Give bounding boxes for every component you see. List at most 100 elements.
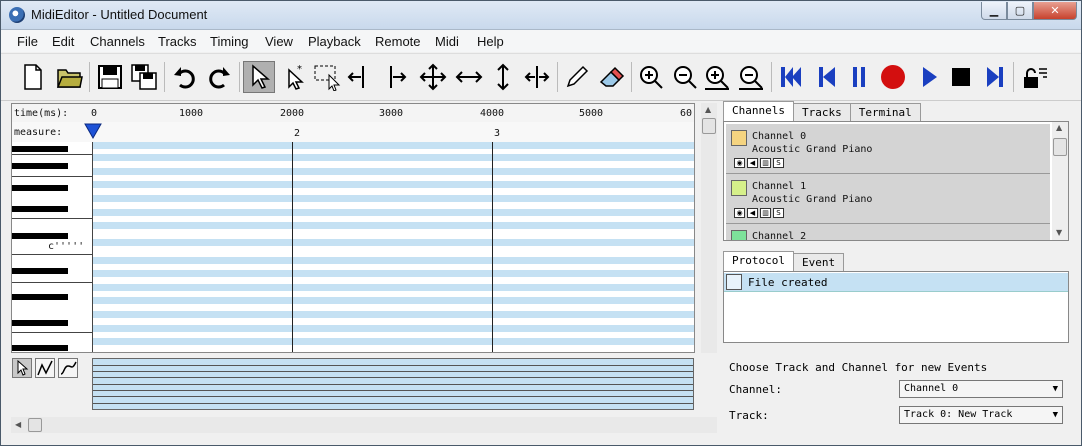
play-icon[interactable] [913,61,945,93]
menu-view[interactable]: View [265,34,293,49]
menu-file[interactable]: File [17,34,38,49]
scroll-thumb[interactable] [702,118,716,134]
zoom-out-vertical-icon[interactable] [735,61,767,93]
scroll-down-icon[interactable]: ▼ [1056,228,1062,237]
eraser-icon[interactable] [595,61,627,93]
scroll-thumb[interactable] [28,418,42,432]
channel-item[interactable]: Channel 1 Acoustic Grand Piano ◉ ◀ ▥ S [726,174,1050,224]
tab-terminal[interactable]: Terminal [849,103,921,121]
record-icon[interactable] [877,61,909,93]
scroll-up-icon[interactable]: ▲ [1056,123,1062,132]
channel-color-swatch [731,230,747,240]
svg-text:*: * [297,64,302,75]
measure-line [492,142,493,352]
scroll-up-icon[interactable]: ▲ [705,105,711,114]
title-bar[interactable]: MidiEditor - Untitled Document ▁ ▢ ✕ [1,1,1081,30]
protocol-item[interactable]: File created [724,273,1068,292]
pencil-icon[interactable] [561,61,593,93]
right-panel: Channels Tracks Terminal Channel 0 Acous… [721,101,1073,441]
mute-icon[interactable]: ◀ [747,158,758,168]
channel-list[interactable]: Channel 0 Acoustic Grand Piano ◉ ◀ ▥ S C… [723,121,1069,241]
matrix-vertical-scrollbar[interactable]: ▲ [701,103,717,353]
select-right-icon[interactable] [381,61,413,93]
menu-timing[interactable]: Timing [210,34,249,49]
matrix-editor[interactable]: time(ms): 0 1000 2000 3000 4000 5000 60 … [11,103,695,353]
resize-icon[interactable] [521,61,553,93]
channel-color-swatch [731,130,747,146]
menu-playback[interactable]: Playback [308,34,361,49]
channel-item[interactable]: Channel 2 [726,224,1050,241]
undo-icon[interactable] [169,61,201,93]
channel-list-scrollbar[interactable]: ▲ ▼ [1052,122,1068,240]
note-label: c''''' [48,241,85,252]
open-folder-icon[interactable] [53,61,85,93]
zoom-out-horizontal-icon[interactable] [669,61,701,93]
menu-help[interactable]: Help [477,34,504,49]
select-new-icon[interactable]: * [279,61,311,93]
tick-label: 3000 [379,108,404,119]
misc-freehand-tool[interactable] [35,358,55,378]
redo-icon[interactable] [203,61,235,93]
menu-tracks[interactable]: Tracks [158,34,197,49]
matrix-horizontal-scrollbar[interactable]: ◀ [11,417,717,433]
save-icon[interactable] [94,61,126,93]
channel-instrument: Acoustic Grand Piano [752,144,873,155]
instrument-icon[interactable]: ▥ [760,208,771,218]
select-left-icon[interactable] [341,61,373,93]
tab-tracks[interactable]: Tracks [792,103,851,121]
menu-channels[interactable]: Channels [90,34,145,49]
tab-protocol[interactable]: Protocol [723,251,794,271]
pause-icon[interactable] [843,61,875,93]
visibility-icon[interactable]: ◉ [734,208,745,218]
solo-icon[interactable]: S [773,158,784,168]
note-grid[interactable] [93,142,694,352]
channel-color-swatch [731,180,747,196]
zoom-in-vertical-icon[interactable] [701,61,733,93]
tab-event[interactable]: Event [792,253,845,271]
measure-number: 2 [294,128,301,139]
channel-name: Channel 2 [752,231,807,241]
move-all-icon[interactable] [417,61,449,93]
time-label: time(ms): [14,108,69,119]
lock-icon[interactable] [1019,61,1051,93]
save-as-icon[interactable] [128,61,160,93]
scroll-left-icon[interactable]: ◀ [15,420,21,429]
channel-item[interactable]: Channel 0 Acoustic Grand Piano ◉ ◀ ▥ S [726,124,1050,174]
protocol-list[interactable]: File created [723,271,1069,343]
playhead-marker[interactable] [84,123,102,139]
minimize-button[interactable]: ▁ [981,2,1007,20]
instrument-icon[interactable]: ▥ [760,158,771,168]
maximize-button[interactable]: ▢ [1007,2,1033,20]
misc-line-tool[interactable] [58,358,78,378]
visibility-icon[interactable]: ◉ [734,158,745,168]
select-box-icon[interactable] [311,61,343,93]
mute-icon[interactable]: ◀ [747,208,758,218]
zoom-in-horizontal-icon[interactable] [635,61,667,93]
measure-bar[interactable]: measure: 2 3 [12,122,694,143]
back-icon[interactable] [811,61,843,93]
move-vertical-icon[interactable] [487,61,519,93]
misc-select-tool[interactable] [12,358,32,378]
piano-keyboard[interactable]: c''''' [12,142,93,352]
select-single-icon[interactable] [243,61,275,93]
toolbar: * [1,53,1081,101]
channel-select[interactable]: Channel 0 ▼ [899,380,1063,398]
menu-midi[interactable]: Midi [435,34,459,49]
solo-icon[interactable]: S [773,208,784,218]
menu-edit[interactable]: Edit [52,34,74,49]
new-document-icon[interactable] [17,61,49,93]
tab-channels[interactable]: Channels [723,101,794,121]
close-button[interactable]: ✕ [1033,2,1077,20]
move-horizontal-icon[interactable] [453,61,485,93]
back-to-begin-icon[interactable] [775,61,807,93]
time-ruler[interactable]: time(ms): 0 1000 2000 3000 4000 5000 60 [12,104,694,123]
menu-remote[interactable]: Remote [375,34,421,49]
track-select[interactable]: Track 0: New Track ▼ [899,406,1063,424]
scroll-thumb[interactable] [1053,138,1067,156]
misc-editor[interactable] [92,358,694,410]
track-label: Track: [729,409,769,422]
stop-icon[interactable] [945,61,977,93]
forward-icon[interactable] [979,61,1011,93]
protocol-color-swatch [726,274,742,290]
tick-label: 60 [680,108,693,119]
